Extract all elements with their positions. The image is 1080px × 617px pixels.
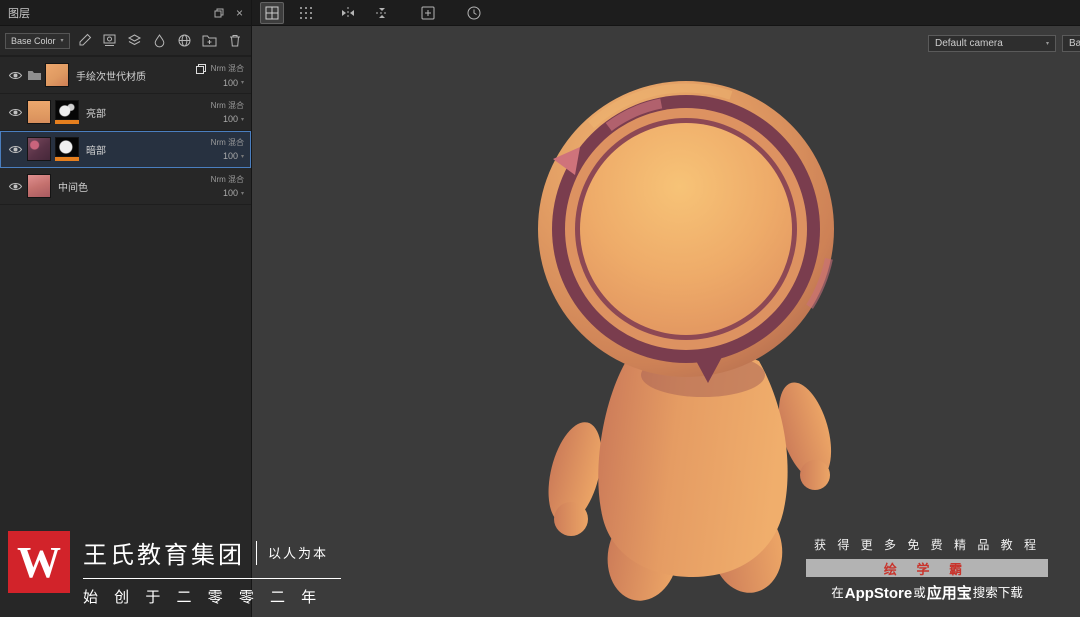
uv-tile-icon[interactable]: [260, 2, 284, 24]
mirror-horizontal-icon[interactable]: [336, 2, 360, 24]
app-name: 绘 学 霸: [883, 561, 971, 577]
channel-select[interactable]: Base Color ▾: [5, 32, 70, 49]
camera-select-value: Default camera: [935, 38, 1003, 49]
visibility-eye-icon[interactable]: [5, 107, 25, 118]
panel-title: 图层: [8, 7, 30, 20]
layers-panel: 图层 × Base Color ▾ 手绘次世代材质 Nrm 混合 100 ▾ 亮…: [0, 0, 252, 617]
chevron-down-icon: ▾: [60, 38, 64, 44]
undock-panel-icon[interactable]: [214, 8, 224, 18]
mask-thumbnail[interactable]: [55, 100, 79, 124]
fill-icon[interactable]: [151, 32, 168, 49]
download-line-post: 搜索下载: [972, 586, 1023, 600]
chevron-down-icon: ▾: [240, 116, 244, 123]
layer-action-icons: [76, 32, 246, 49]
layer-thumbnail[interactable]: [45, 63, 69, 87]
camera-select[interactable]: Default camera ▾: [928, 35, 1056, 52]
channel-select-value: Base Color: [11, 35, 56, 46]
history-icon[interactable]: [462, 2, 486, 24]
layer-thumbnail[interactable]: [27, 174, 51, 198]
opacity-value[interactable]: 100 ▾: [223, 188, 244, 198]
visibility-eye-icon[interactable]: [5, 144, 25, 155]
clipped-select-value: Bas: [1069, 38, 1080, 49]
branding-left: W 王氏教育集团 以人为本 始 创 于 二 零 零 二 年: [8, 531, 341, 607]
mascot-3d-model[interactable]: [253, 27, 1080, 617]
layer-row[interactable]: 中间色 Nrm 混合 100 ▾: [0, 168, 251, 205]
layer-label: 手绘次世代材质: [76, 71, 146, 83]
layer-list: 手绘次世代材质 Nrm 混合 100 ▾ 亮部 Nrm 混合 100 ▾ 暗部 …: [0, 56, 251, 205]
stamp-icon[interactable]: [101, 32, 118, 49]
yingyongbao-label: 应用宝: [926, 585, 972, 602]
trash-icon[interactable]: [226, 32, 243, 49]
grid-icon[interactable]: [294, 2, 318, 24]
blend-mode-label[interactable]: Nrm 混合: [211, 100, 244, 111]
layer-row-folder[interactable]: 手绘次世代材质 Nrm 混合 100 ▾: [0, 57, 251, 94]
painter-app-window: 图层 × Base Color ▾ 手绘次世代材质 Nrm 混合 100 ▾ 亮…: [0, 0, 1080, 617]
close-panel-icon[interactable]: ×: [236, 6, 243, 20]
smart-material-icon[interactable]: [176, 32, 193, 49]
opacity-value[interactable]: 100 ▾: [223, 78, 244, 88]
company-name: 王氏教育集团: [83, 542, 245, 569]
divider: [256, 540, 257, 565]
chevron-down-icon: ▾: [1045, 41, 1049, 47]
layer-thumbnail[interactable]: [27, 137, 51, 161]
viewport-tool-group: [260, 0, 486, 26]
layer-label: 中间色: [58, 182, 88, 194]
layer-row[interactable]: 亮部 Nrm 混合 100 ▾: [0, 94, 251, 131]
promo-line: 获 得 更 多 免 费 精 品 教 程: [813, 538, 1040, 552]
mirror-vertical-icon[interactable]: [370, 2, 394, 24]
clipped-channel-select[interactable]: Bas: [1062, 35, 1080, 52]
blend-mode-label[interactable]: Nrm 混合: [211, 63, 244, 74]
chevron-down-icon: ▾: [240, 153, 244, 160]
brush-icon[interactable]: [76, 32, 93, 49]
layer-thumbnail[interactable]: [27, 100, 51, 124]
app-name-bar: 绘 学 霸: [806, 559, 1048, 577]
instance-icon: [195, 63, 207, 75]
founded-text: 始 创 于 二 零 零 二 年: [83, 589, 323, 606]
layer-label: 暗部: [86, 145, 106, 157]
download-line: 在 AppStore 或 应用宝 搜索下载: [806, 582, 1048, 601]
layers-panel-header[interactable]: 图层 ×: [0, 0, 251, 26]
chevron-down-icon: ▾: [240, 190, 244, 197]
blend-mode-label[interactable]: Nrm 混合: [211, 174, 244, 185]
appstore-label: AppStore: [844, 585, 913, 602]
company-logo: W: [8, 531, 70, 593]
layers-stack-icon[interactable]: [126, 32, 143, 49]
mask-channel-strip: [55, 120, 79, 124]
branding-right: 获 得 更 多 免 费 精 品 教 程 绘 学 霸 在 AppStore 或 应…: [806, 536, 1048, 601]
layers-toolbar: Base Color ▾: [0, 26, 251, 56]
blend-mode-label[interactable]: Nrm 混合: [211, 137, 244, 148]
download-line-or: 或: [913, 586, 926, 600]
divider: [83, 578, 341, 579]
3d-viewport[interactable]: Default camera ▾ Bas: [253, 27, 1080, 617]
visibility-eye-icon[interactable]: [5, 70, 25, 81]
add-folder-icon[interactable]: [201, 32, 218, 49]
company-slogan: 以人为本: [268, 546, 329, 561]
chevron-down-icon: ▾: [240, 80, 244, 86]
download-line-pre: 在: [831, 586, 844, 600]
mask-thumbnail[interactable]: [55, 137, 79, 161]
layer-label: 亮部: [86, 108, 106, 120]
opacity-value[interactable]: 100 ▾: [223, 151, 244, 161]
visibility-eye-icon[interactable]: [5, 181, 25, 192]
add-view-icon[interactable]: [416, 2, 440, 24]
mask-channel-strip: [55, 157, 79, 161]
folder-icon: [25, 69, 43, 81]
layer-row-selected[interactable]: 暗部 Nrm 混合 100 ▾: [0, 131, 251, 168]
opacity-value[interactable]: 100 ▾: [223, 114, 244, 124]
